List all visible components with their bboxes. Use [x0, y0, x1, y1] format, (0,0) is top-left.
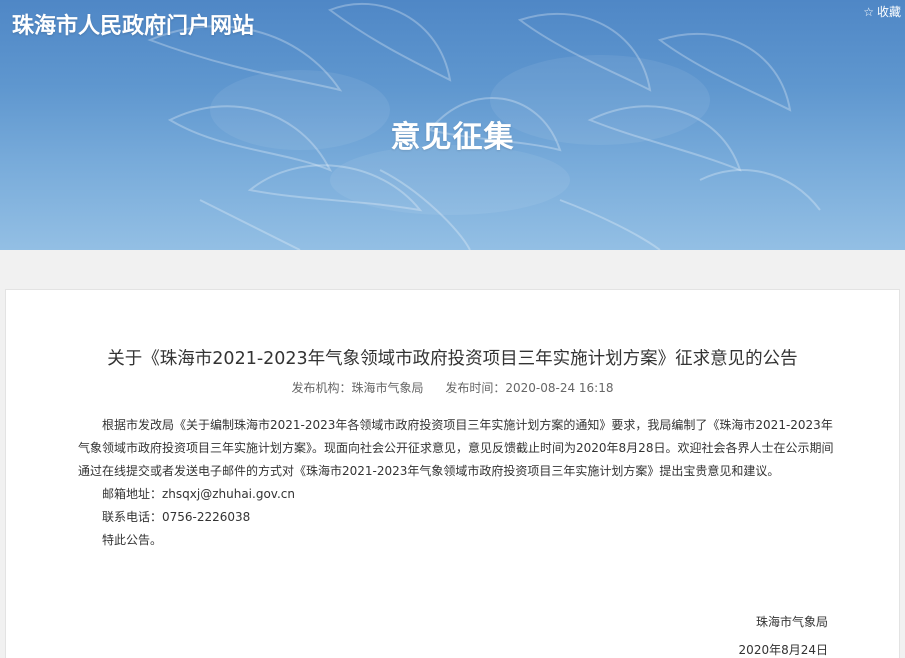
signature-org: 珠海市气象局: [755, 615, 828, 629]
header-banner: 珠海市人民政府门户网站 ☆ 收藏 意见征集: [0, 0, 905, 250]
article-paragraph: 根据市发改局《关于编制珠海市2021-2023年各领域市政府投资项目三年实施计划…: [78, 418, 834, 478]
site-title[interactable]: 珠海市人民政府门户网站: [12, 8, 254, 40]
signature-date: 2020年8月24日: [738, 643, 828, 657]
phone-line: 联系电话：0756-2226038: [102, 510, 251, 524]
star-icon: ☆: [863, 4, 874, 19]
favorite-label: 收藏: [876, 5, 901, 19]
banner-title: 意见征集: [390, 120, 515, 155]
article-meta: 发布机构：珠海市气象局 发布时间：2020-08-24 16:18: [6, 379, 899, 396]
closing-line: 特此公告。: [102, 533, 163, 547]
article-title: 关于《珠海市2021-2023年气象领域市政府投资项目三年实施计划方案》征求意见…: [107, 349, 798, 369]
signature: 珠海市气象局 2020年8月24日: [739, 608, 828, 658]
article-card: 关于《珠海市2021-2023年气象领域市政府投资项目三年实施计划方案》征求意见…: [5, 289, 900, 658]
publisher: 发布机构：珠海市气象局: [291, 381, 424, 395]
article-body: 根据市发改局《关于编制珠海市2021-2023年各领域市政府投资项目三年实施计划…: [78, 414, 836, 552]
publish-time: 发布时间：2020-08-24 16:18: [445, 381, 614, 395]
email-line: 邮箱地址：zhsqxj@zhuhai.gov.cn: [102, 487, 295, 501]
favorite-button[interactable]: ☆ 收藏: [863, 3, 901, 20]
